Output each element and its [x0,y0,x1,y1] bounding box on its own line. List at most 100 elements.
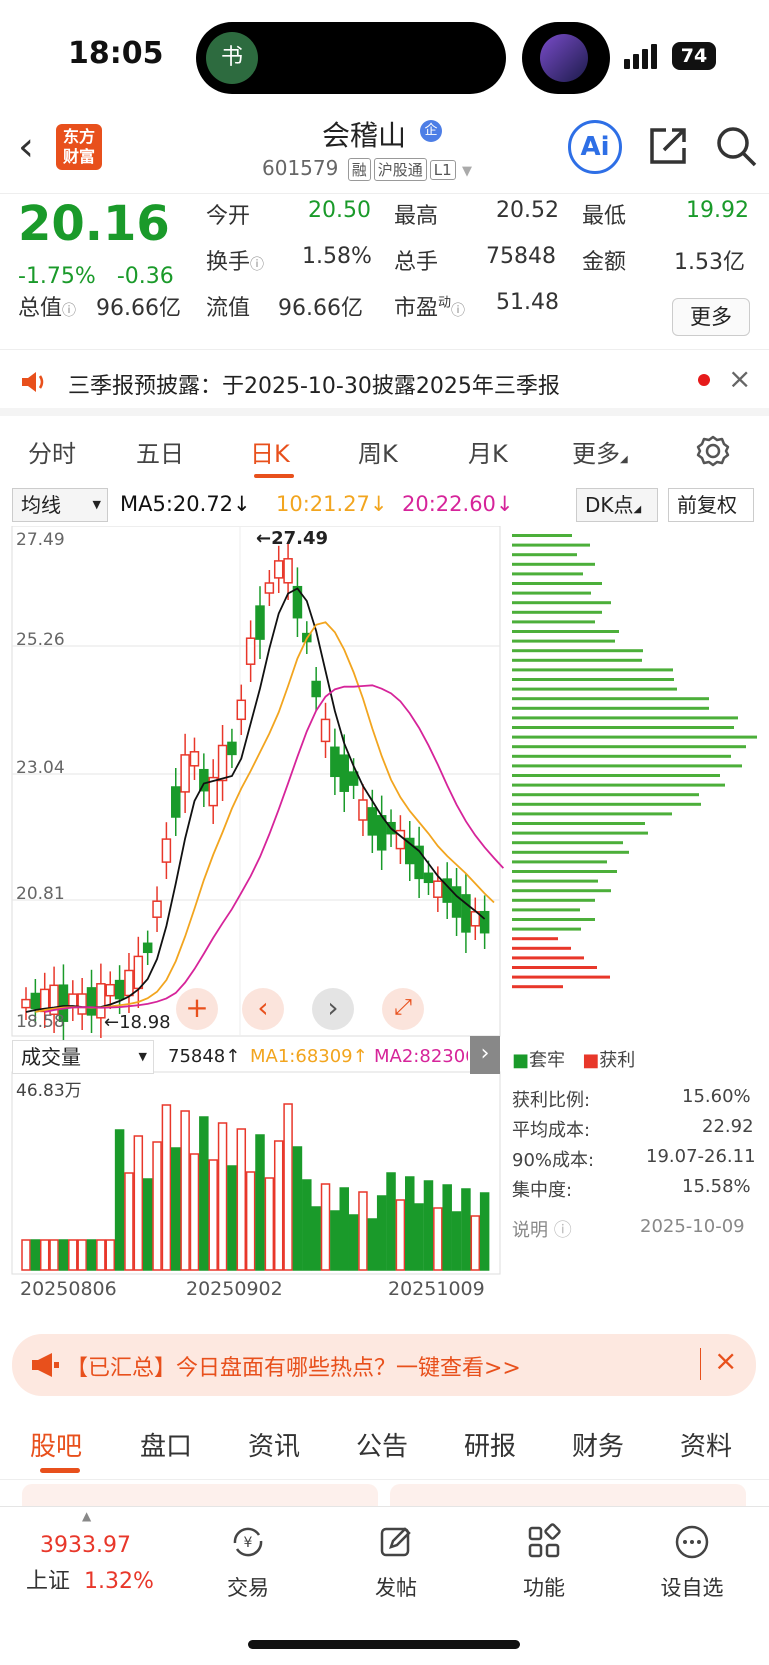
nav-add-watchlist[interactable]: 设自选 [642,1523,742,1602]
x-date-label: 20251009 [388,1278,485,1300]
info-icon: ⓘ [62,303,77,319]
stat-value: 15.60% [682,1086,751,1107]
stat-value: 15.58% [682,1176,751,1197]
info-icon: ⓘ [250,257,265,273]
dk-point-dropdown[interactable]: DK点◢ [576,488,658,522]
nav-trade[interactable]: ¥ 交易 [198,1523,298,1602]
info-icon: ⓘ [451,303,466,319]
notice-text: 三季报预披露：于2025-10-30披露2025年三季报 [68,374,560,399]
change-percent: -1.75% [18,264,96,289]
trade-icon: ¥ [233,1527,263,1557]
clock: 18:05 [68,36,164,71]
corner-arrow-icon: ◢ [620,454,628,465]
next-button[interactable]: › [312,988,354,1030]
close-icon[interactable]: × [728,362,751,395]
stat-value: 22.92 [702,1116,754,1137]
avatar [540,34,588,82]
more-button[interactable]: 更多 [672,298,750,336]
gear-icon[interactable] [696,434,730,468]
label-low: 最低 [582,204,627,229]
tab-weekly-k[interactable]: 周K [358,434,398,469]
tab-intraday[interactable]: 分时 [28,434,76,469]
card-peek [22,1484,378,1506]
share-icon[interactable] [646,124,690,168]
ma5-readout: MA5:20.72↓ [120,492,251,516]
dropdown-arrow-icon: ▼ [138,1050,147,1063]
tab-daily-k[interactable]: 日K [250,434,290,469]
expand-panel-button[interactable]: › [470,1036,500,1074]
x-date-label: 20250902 [186,1278,283,1300]
zoom-in-button[interactable]: + [176,988,218,1030]
chart-area[interactable]: 27.49 25.26 23.04 20.81 18.58 ←27.49 ←18… [0,525,769,1316]
tab-monthly-k[interactable]: 月K [468,434,508,469]
chip-date: 2025-10-09 [640,1216,745,1237]
ai-button[interactable]: Ai [568,120,622,174]
back-button[interactable]: ‹ [18,124,34,170]
promo-text: 【已汇总】今日盘面有哪些热点？一键查看>> [66,1356,521,1381]
change-line: -1.75% -0.36 [18,264,174,289]
chip-legend: ■套牢 ■获利 [512,1050,636,1071]
edit-icon [380,1527,411,1557]
tab-orderbook[interactable]: 盘口 [140,1426,192,1463]
label-volume: 总手 [394,250,439,275]
more-circle-icon [675,1525,709,1559]
ma10-readout: 10:21.27↓ [276,492,388,516]
stock-code-line[interactable]: 601579 融沪股通 L1 ▼ [262,156,472,181]
y-tick-label: 25.26 [16,630,65,650]
tab-financials[interactable]: 财务 [572,1426,624,1463]
value-turnover: 1.58% [302,244,372,269]
explain-link[interactable]: 说明 ⓘ [512,1216,572,1242]
tab-profile[interactable]: 资料 [680,1426,732,1463]
vol-ma2-readout: MA2:82306↑ [374,1046,468,1067]
value-high: 20.52 [496,198,559,223]
y-tick-label: 20.81 [16,884,65,904]
nav-functions[interactable]: 功能 [494,1523,594,1602]
search-icon[interactable] [714,124,758,168]
tab-forum[interactable]: 股吧 [30,1426,82,1463]
stock-name: 会稽山 [322,119,407,152]
tag-connect: 沪股通 [373,158,427,181]
home-indicator [248,1640,520,1649]
tab-announcements[interactable]: 公告 [356,1426,408,1463]
stat-label: 90%成本: [512,1150,595,1171]
prev-button[interactable]: ‹ [242,988,284,1030]
expand-icon[interactable]: ⤢ [382,988,424,1030]
kline-chart[interactable] [0,525,769,1316]
stock-code: 601579 [262,156,339,180]
y-tick-label: 23.04 [16,758,65,778]
label-float-cap: 流值 [206,296,251,321]
y-tick-label: 18.58 [16,1012,65,1032]
unread-dot [698,374,710,386]
indicator-dropdown[interactable]: 均线 ▼ [12,488,108,522]
stat-value: 19.07-26.11 [646,1146,756,1167]
tab-research[interactable]: 研报 [464,1426,516,1463]
dynamic-island: 书 [196,22,506,94]
label-market-cap[interactable]: 总值ⓘ [18,290,76,322]
label-turnover[interactable]: 换手ⓘ [206,244,264,276]
tag-margin: 融 [347,158,371,181]
close-icon[interactable]: × [714,1344,737,1377]
app-logo: 东方 财富 [56,124,102,170]
tab-news[interactable]: 资讯 [248,1426,300,1463]
vol-ma1-readout: MA1:68309↑ [250,1046,368,1067]
speaker-icon [22,372,44,392]
x-date-label: 20250806 [20,1278,117,1300]
stat-label: 集中度: [512,1180,573,1201]
adjust-button[interactable]: 前复权 [668,488,754,522]
tab-more[interactable]: 更多◢ [572,434,628,469]
tab-five-day[interactable]: 五日 [136,434,184,469]
value-float-cap: 96.66亿 [278,296,363,321]
battery-icon: 74 [672,42,716,70]
divider [700,1348,701,1380]
index-line[interactable]: 上证 1.32% [26,1563,154,1595]
index-value[interactable]: 3933.97 [40,1533,131,1558]
period-tabs: 分时 五日 日K 周K 月K 更多◢ [0,416,769,484]
label-pe[interactable]: 市盈动ⓘ [394,290,465,322]
status-bar: 18:05 书 74 [0,0,769,110]
nav-post[interactable]: 发帖 [346,1523,446,1602]
megaphone-icon [32,1353,59,1377]
promo-banner[interactable]: 【已汇总】今日盘面有哪些热点？一键查看>> × [12,1334,756,1396]
enterprise-badge: 企 [420,120,442,142]
notice-bar[interactable]: 三季报预披露：于2025-10-30披露2025年三季报 × [0,350,769,416]
volume-dropdown[interactable]: 成交量 ▼ [12,1040,154,1074]
